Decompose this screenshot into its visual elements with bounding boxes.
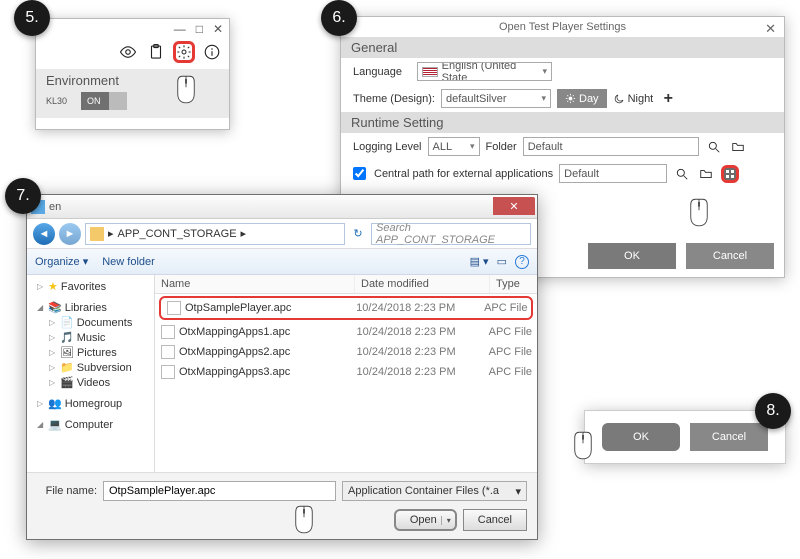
env-item-label: KL30 (46, 96, 67, 106)
filetype-dropdown[interactable]: Application Container Files (*.a▾ (342, 481, 527, 501)
refresh-icon[interactable]: ↻ (349, 227, 367, 240)
cancel-button[interactable]: Cancel (686, 243, 774, 269)
close-icon[interactable]: ✕ (213, 22, 223, 36)
step-badge-8: 8. (755, 393, 791, 429)
tree-pictures[interactable]: ▷🖼Pictures (29, 345, 152, 360)
cancel-button[interactable]: Cancel (690, 423, 768, 451)
language-label: Language (353, 66, 411, 78)
search-icon[interactable] (673, 165, 691, 183)
tree-favorites[interactable]: ▷★Favorites (29, 279, 152, 294)
tree-music[interactable]: ▷🎵Music (29, 330, 152, 345)
mouse-cursor-icon (688, 198, 710, 228)
mouse-cursor-icon (572, 431, 594, 461)
step-badge-7: 7. (5, 178, 41, 214)
dialog-title: en (49, 201, 61, 213)
ok-button[interactable]: OK (602, 423, 680, 451)
file-row[interactable]: OtpSamplePlayer.apc 10/24/2018 2:23 PM A… (159, 296, 533, 320)
address-bar[interactable]: ▸ APP_CONT_STORAGE ▸ (85, 223, 345, 245)
moon-icon (613, 93, 625, 105)
view-options-icon[interactable]: ▤ ▾ (470, 255, 489, 269)
plus-icon[interactable]: + (659, 90, 677, 108)
flag-us-icon (422, 67, 438, 77)
browse-apps-button[interactable] (721, 165, 739, 183)
help-icon[interactable]: ? (515, 255, 529, 269)
tree-computer[interactable]: ◢💻Computer (29, 417, 152, 432)
file-row[interactable]: OtxMappingApps3.apc 10/24/2018 2:23 PM A… (155, 362, 537, 382)
search-icon[interactable] (705, 138, 723, 156)
central-path-label: Central path for external applications (374, 168, 553, 180)
file-list-header[interactable]: Name Date modified Type (155, 275, 537, 294)
env-toggle[interactable]: ON (81, 92, 127, 110)
file-row[interactable]: OtxMappingApps1.apc 10/24/2018 2:23 PM A… (155, 322, 537, 342)
folder-icon[interactable] (729, 138, 747, 156)
dialog-title: Open Test Player Settings (499, 21, 626, 33)
folder-field[interactable]: Default (523, 137, 699, 156)
nav-tree: ▷★Favorites ◢📚Libraries ▷📄Documents ▷🎵Mu… (27, 275, 155, 472)
window-controls: — □ ✕ (36, 19, 229, 39)
theme-label: Theme (Design): (353, 93, 435, 105)
tree-libraries[interactable]: ◢📚Libraries (29, 300, 152, 315)
info-icon[interactable] (201, 41, 223, 63)
panel-step5: — □ ✕ Environment KL30 ON (35, 18, 230, 130)
group-general: General (341, 37, 784, 58)
mouse-cursor-icon (293, 505, 315, 535)
search-input[interactable]: Search APP_CONT_STORAGE (371, 223, 531, 245)
central-path-checkbox[interactable] (353, 167, 366, 180)
group-runtime: Runtime Setting (341, 112, 784, 133)
theme-night-label[interactable]: Night (628, 93, 654, 105)
organize-menu[interactable]: Organize ▾ (35, 255, 88, 268)
step-badge-5: 5. (14, 0, 50, 36)
close-icon[interactable]: ✕ (493, 197, 535, 215)
folder-icon (90, 227, 104, 241)
file-open-dialog: en ✕ ◄ ► ▸ APP_CONT_STORAGE ▸ ↻ Search A… (26, 194, 538, 540)
minimize-icon[interactable]: — (174, 22, 186, 36)
theme-day-button[interactable]: Day (557, 89, 607, 108)
file-row[interactable]: OtxMappingApps2.apc 10/24/2018 2:23 PM A… (155, 342, 537, 362)
tree-videos[interactable]: ▷🎬Videos (29, 375, 152, 390)
theme-dropdown[interactable]: defaultSilver▾ (441, 89, 551, 108)
file-list: Name Date modified Type OtpSamplePlayer.… (155, 275, 537, 472)
new-folder-button[interactable]: New folder (102, 256, 155, 268)
settings-gear-icon[interactable] (173, 41, 195, 63)
ok-button[interactable]: OK (588, 243, 676, 269)
maximize-icon[interactable]: □ (196, 22, 203, 36)
folder-label: Folder (486, 141, 517, 153)
loglevel-dropdown[interactable]: ALL▾ (428, 137, 480, 156)
step-badge-6: 6. (321, 0, 357, 36)
nav-back-button[interactable]: ◄ (33, 223, 55, 245)
open-button[interactable]: Open▾ (394, 509, 457, 531)
filename-label: File name: (37, 485, 97, 497)
clipboard-icon[interactable] (145, 41, 167, 63)
cancel-button[interactable]: Cancel (463, 509, 527, 531)
central-path-field[interactable]: Default (559, 164, 667, 183)
language-dropdown[interactable]: English (United State ▾ (417, 62, 552, 81)
tree-subversion[interactable]: ▷📁Subversion (29, 360, 152, 375)
filename-input[interactable] (103, 481, 336, 501)
eye-icon[interactable] (117, 41, 139, 63)
mouse-cursor-icon (175, 75, 197, 105)
loglevel-label: Logging Level (353, 141, 422, 153)
tree-documents[interactable]: ▷📄Documents (29, 315, 152, 330)
tree-homegroup[interactable]: ▷👥Homegroup (29, 396, 152, 411)
nav-forward-button[interactable]: ► (59, 223, 81, 245)
folder-icon[interactable] (697, 165, 715, 183)
close-icon[interactable]: ✕ (765, 21, 776, 37)
preview-pane-icon[interactable]: ▭ (497, 255, 507, 269)
